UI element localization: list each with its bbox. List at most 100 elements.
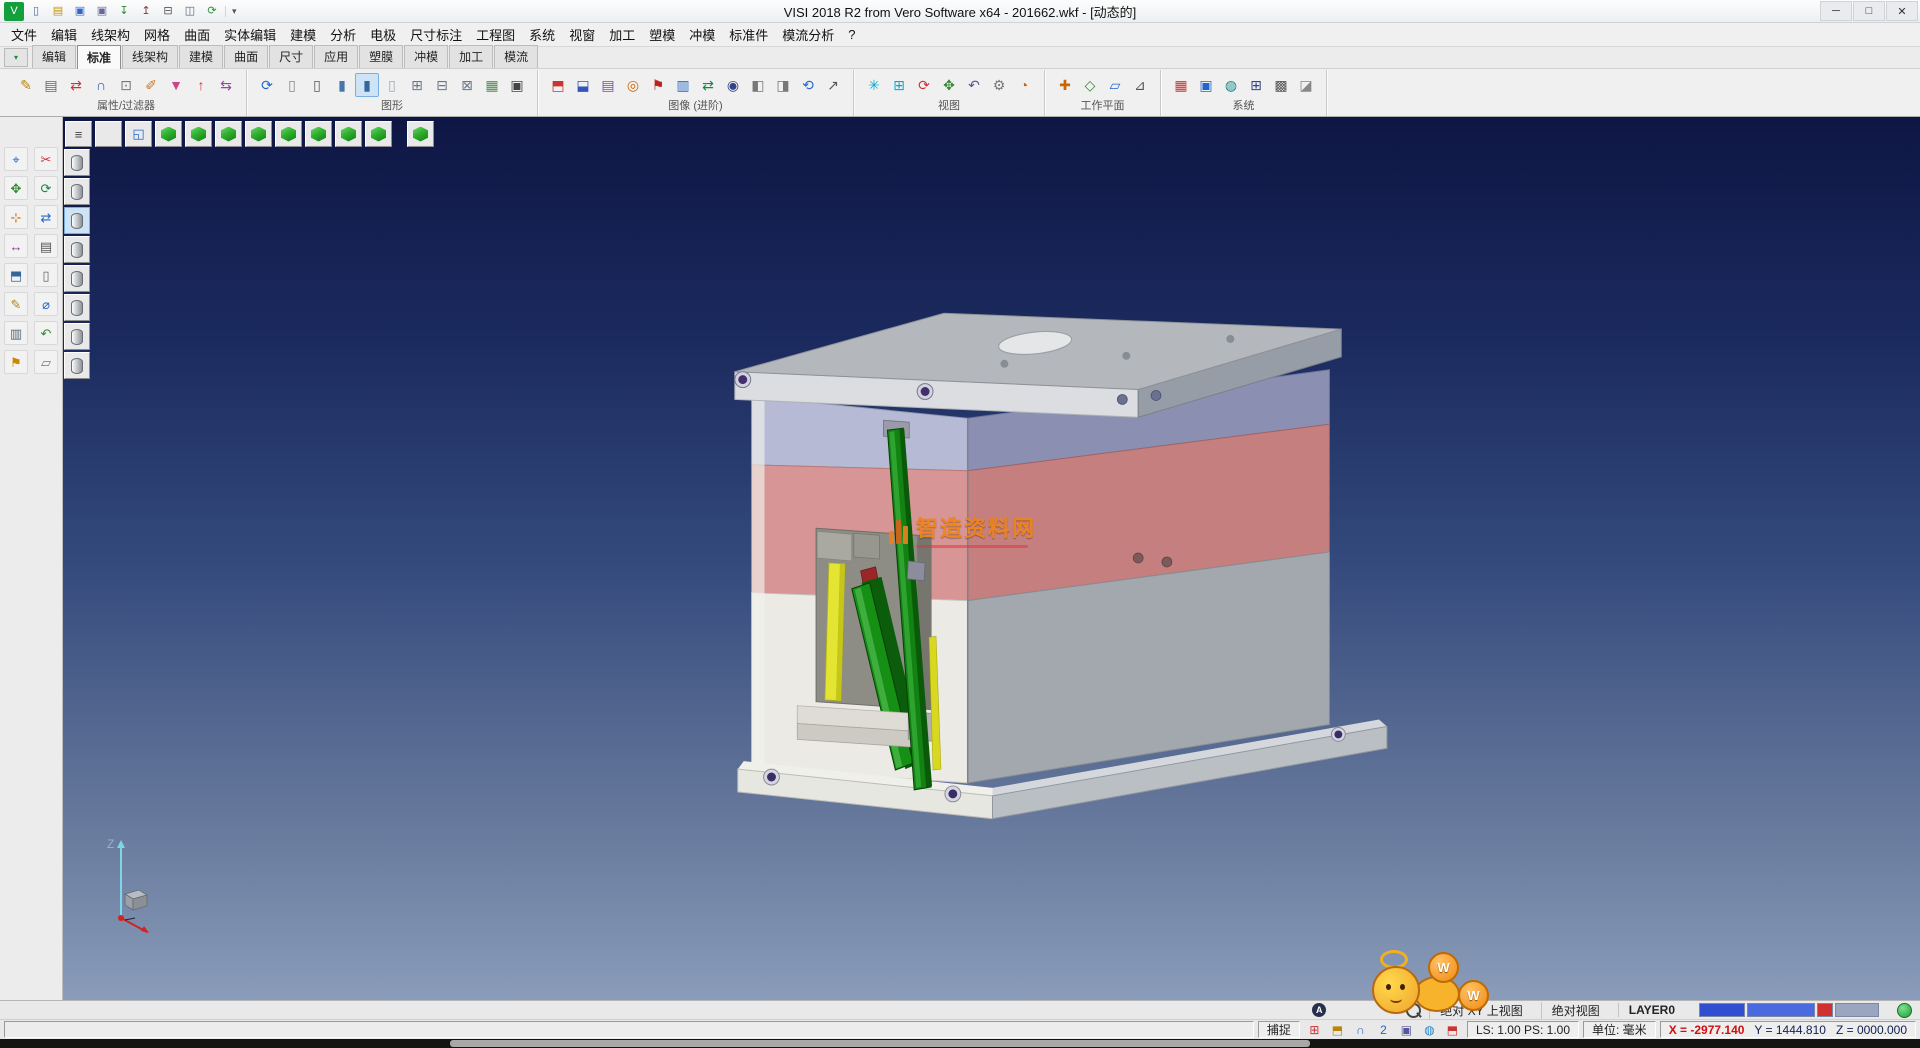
menu-item[interactable]: 塑模	[642, 22, 682, 47]
zoom-window-icon[interactable]: ⊞	[887, 73, 911, 97]
capture-window-icon[interactable]: ⬓	[571, 73, 595, 97]
refresh-icon[interactable]: ⟳	[202, 2, 222, 21]
rotate-icon[interactable]: ⟳	[34, 176, 58, 200]
toolbar-options-chevron[interactable]: ▾	[225, 6, 243, 17]
view-mode-label[interactable]: 绝对视图	[1541, 1002, 1610, 1019]
texture-grid-icon[interactable]: ▦	[480, 73, 504, 97]
undo-tool-icon[interactable]: ↶	[34, 321, 58, 345]
transparent-view-icon[interactable]: ▯	[380, 73, 404, 97]
image-target-icon[interactable]: ◎	[621, 73, 645, 97]
chain-select-icon[interactable]: ⊡	[114, 73, 138, 97]
magnet-snap-icon[interactable]: ∩	[89, 73, 113, 97]
view-style-analysis[interactable]	[64, 352, 90, 379]
menu-item[interactable]: ?	[841, 24, 862, 45]
measure-icon[interactable]: ⌀	[34, 292, 58, 316]
solid-box-icon[interactable]: ⬒	[4, 263, 28, 287]
front-view-icon[interactable]	[185, 121, 212, 147]
scale-icon[interactable]: ↔	[4, 234, 28, 258]
toolbar-tab[interactable]: 曲面	[224, 45, 268, 68]
filter-swap-icon[interactable]: ⇆	[214, 73, 238, 97]
maximize-button[interactable]: □	[1853, 1, 1885, 21]
menu-item[interactable]: 视窗	[562, 22, 602, 47]
copy-attributes-icon[interactable]: ▤	[39, 73, 63, 97]
toolbar-tab[interactable]: 线架构	[122, 45, 178, 68]
section-box-icon[interactable]: ⊞	[405, 73, 429, 97]
view-style-shaded-edges[interactable]	[64, 236, 90, 263]
regen-icon[interactable]: ⟳	[255, 73, 279, 97]
snap-toggle[interactable]: 捕捉	[1258, 1021, 1300, 1038]
view-settings-icon[interactable]: ⚙	[987, 73, 1011, 97]
view-manager-icon[interactable]: ◱	[125, 121, 152, 147]
save-state-icon[interactable]: ▣	[1396, 1020, 1417, 1039]
image-rotate-icon[interactable]: ⟲	[796, 73, 820, 97]
left-view-icon[interactable]	[305, 121, 332, 147]
flag-tool-icon[interactable]: ⚑	[4, 350, 28, 374]
image-layers-icon[interactable]: ▤	[596, 73, 620, 97]
notes-icon[interactable]: ▱	[34, 350, 58, 374]
iso-view-icon[interactable]	[155, 121, 182, 147]
workplane-reset-icon[interactable]: ⊿	[1128, 73, 1152, 97]
visi-logo-icon[interactable]: V	[4, 2, 24, 21]
erase-icon[interactable]: ✂	[34, 147, 58, 171]
workplane-edit-icon[interactable]: ▱	[1103, 73, 1127, 97]
attribute-swap-icon[interactable]: ⇄	[64, 73, 88, 97]
move-icon[interactable]: ✥	[4, 176, 28, 200]
toolbar-tab[interactable]: 塑膜	[359, 45, 403, 68]
color-palette-icon[interactable]: ▦	[1169, 73, 1193, 97]
view-style-section[interactable]	[64, 294, 90, 321]
workplane-align-icon[interactable]: ◇	[1078, 73, 1102, 97]
toolbar-tab[interactable]: 标准	[77, 45, 121, 69]
snap-magnet-icon[interactable]: ∩	[1350, 1020, 1371, 1039]
image-swap-icon[interactable]: ⇄	[696, 73, 720, 97]
view-style-hidden-line[interactable]	[64, 178, 90, 205]
layer-number-icon[interactable]: 2	[1373, 1020, 1394, 1039]
close-button[interactable]: ✕	[1886, 1, 1918, 21]
toolbar-tab[interactable]: 应用	[314, 45, 358, 68]
minimize-button[interactable]: ─	[1820, 1, 1852, 21]
export-icon[interactable]: ↥	[136, 2, 156, 21]
layer-indicator[interactable]: LAYER0	[1618, 1003, 1685, 1017]
world-icon[interactable]: ◍	[1419, 1020, 1440, 1039]
zoom-all-icon[interactable]: ✳	[862, 73, 886, 97]
cylinder-tool-icon[interactable]: ▯	[34, 263, 58, 287]
print-icon[interactable]: ⊟	[158, 2, 178, 21]
checker-toggle-icon[interactable]: ▩	[1269, 73, 1293, 97]
ortho-toggle-icon[interactable]: ⬒	[1327, 1020, 1348, 1039]
paintbrush-icon[interactable]: ✐	[139, 73, 163, 97]
shade-ramp-icon[interactable]: ◪	[1294, 73, 1318, 97]
import-icon[interactable]: ↧	[114, 2, 134, 21]
menu-item[interactable]: 标准件	[722, 22, 775, 47]
globe-settings-icon[interactable]: ◍	[1219, 73, 1243, 97]
modify-attributes-icon[interactable]: ✎	[14, 73, 38, 97]
assistant-badge[interactable]: A	[1312, 1003, 1326, 1017]
capture-image-icon[interactable]: ⬒	[546, 73, 570, 97]
pan-view-icon[interactable]: ✥	[937, 73, 961, 97]
new-document-icon[interactable]: ▯	[26, 2, 46, 21]
tab-dropdown-button[interactable]: ▾	[4, 48, 28, 67]
open-file-icon[interactable]: ▤	[48, 2, 68, 21]
top-view-icon[interactable]	[245, 121, 272, 147]
toolbar-tab[interactable]: 编辑	[32, 45, 76, 68]
view-blank-icon[interactable]	[95, 121, 122, 147]
bottom-view-icon[interactable]	[275, 121, 302, 147]
image-export-icon[interactable]: ↗	[821, 73, 845, 97]
menu-item[interactable]: 冲模	[682, 22, 722, 47]
axonometric-view-icon[interactable]	[365, 121, 392, 147]
grid-toggle-icon[interactable]: ⊞	[1304, 1020, 1325, 1039]
selection-grid-icon[interactable]: ⊞	[1244, 73, 1268, 97]
zoom-select-icon[interactable]: ⌖	[4, 147, 28, 171]
previous-view-icon[interactable]: ↶	[962, 73, 986, 97]
graphics-chip-icon[interactable]: ▣	[505, 73, 529, 97]
filter-up-icon[interactable]: ↑	[189, 73, 213, 97]
scrollbar-thumb[interactable]	[450, 1040, 1310, 1047]
image-flag-icon[interactable]: ⚑	[646, 73, 670, 97]
dynamic-view-icon[interactable]	[407, 121, 434, 147]
hidden-line-view-icon[interactable]: ▯	[305, 73, 329, 97]
save-as-icon[interactable]: ▣	[92, 2, 112, 21]
viewport-3d[interactable]: ≡◱	[63, 117, 1920, 1000]
toolbar-tab[interactable]: 模流	[494, 45, 538, 68]
view-style-transparent[interactable]	[64, 265, 90, 292]
view-style-render[interactable]	[64, 323, 90, 350]
toolbar-tab[interactable]: 加工	[449, 45, 493, 68]
mirror-icon[interactable]: ⇄	[34, 205, 58, 229]
